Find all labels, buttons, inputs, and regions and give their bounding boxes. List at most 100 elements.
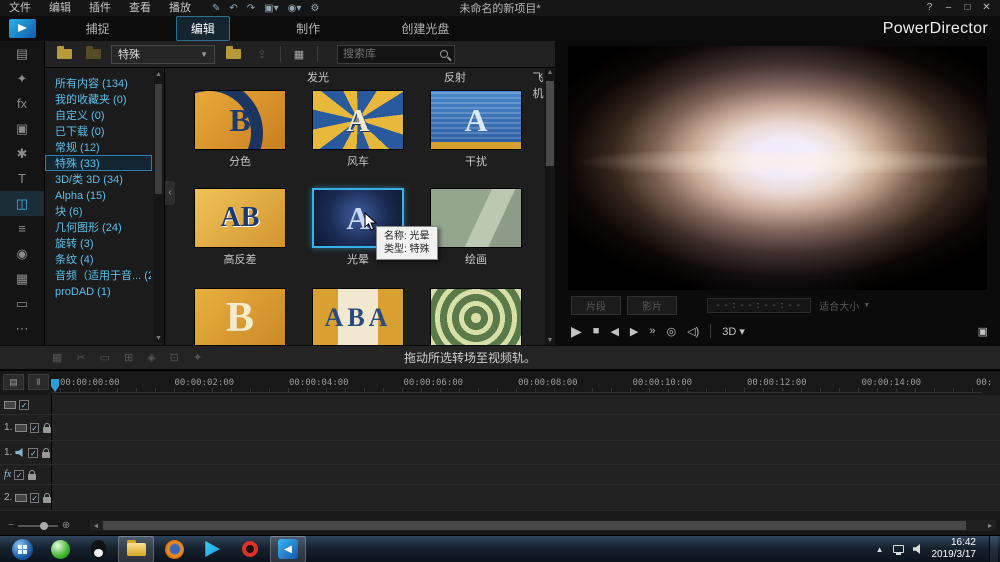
category-item-10[interactable]: 旋转 (3) [45,235,152,251]
clip-mode-button[interactable]: 片段 [571,296,621,315]
tab-produce[interactable]: 制作 [281,16,335,41]
zoom-slider[interactable] [18,525,58,527]
zoom-in-icon[interactable]: ⊕ [62,520,70,531]
effects-icon[interactable]: ✦ [193,351,202,364]
trim-icon[interactable]: ▭ [100,351,110,364]
grid-scrollbar[interactable]: ▲ ▼ [545,68,555,345]
track-lock-icon[interactable] [43,497,51,503]
timeline-lane-audio-track-1[interactable] [52,441,1000,464]
timeline-lane-track-select-row[interactable] [52,395,1000,414]
select-tool-icon[interactable]: ▦ [52,351,62,364]
split-icon[interactable]: ✂ [76,351,85,364]
zoom-out-icon[interactable]: − [8,520,14,531]
category-item-6[interactable]: 3D/类 3D (34) [45,171,152,187]
zoom-slider-knob[interactable] [40,522,48,530]
minimize-button[interactable]: – [939,0,958,16]
firefox-icon[interactable] [156,536,192,562]
maximize-button[interactable]: □ [958,0,977,16]
transition-thumb-风车[interactable]: A [312,90,404,150]
timeline-lane-video-track-1[interactable] [52,415,1000,440]
menu-edit[interactable]: 编辑 [40,0,80,16]
speaker-icon[interactable] [913,544,923,554]
category-item-3[interactable]: 已下载 (0) [45,123,152,139]
track-lock-icon[interactable] [43,427,51,433]
subtitle-room-icon[interactable]: ▭ [0,291,44,316]
scroll-right-icon[interactable]: ▸ [984,521,996,530]
qq-icon[interactable] [80,536,116,562]
fit-timeline-button[interactable]: ‖ [28,374,49,390]
hscrollbar-thumb[interactable] [103,521,966,530]
google-play-icon[interactable] [194,536,230,562]
snapshot-button[interactable]: ◎ [667,325,677,338]
grid-view-button[interactable]: ▦ [288,45,310,63]
browser-green-icon[interactable] [42,536,78,562]
settings-gear-icon[interactable]: ⚙ [310,3,319,14]
more-rooms-icon[interactable]: ⋯ [0,316,44,341]
tab-capture[interactable]: 捕捉 [71,16,125,41]
fast-forward-button[interactable]: » [649,325,655,337]
scroll-up-icon[interactable]: ▲ [154,71,163,78]
timeline-lane-video-track-2[interactable] [52,485,1000,510]
transition-thumb-绘画[interactable] [430,188,522,248]
screen-recorder-icon[interactable] [232,536,268,562]
powerdirector-icon[interactable]: ◀ [270,536,306,562]
track-manager-button[interactable]: ▤ [3,374,24,390]
tools-icon[interactable]: ⊞ [124,351,133,364]
search-input[interactable] [338,48,440,60]
previous-frame-button[interactable]: ◀ [610,325,618,338]
scrollbar-thumb[interactable] [546,81,554,166]
next-frame-button[interactable]: ▶ [630,325,638,338]
keyframe-icon[interactable]: ◈ [147,351,155,364]
fit-size-dropdown[interactable]: 适合大小 ▼ [819,298,870,313]
search-icon[interactable] [440,50,448,58]
tab-edit[interactable]: 编辑 [176,16,230,41]
category-item-1[interactable]: 我的收藏夹 (0) [45,91,152,107]
particle-room-icon[interactable]: ✱ [0,141,44,166]
menu-play[interactable]: 播放 [160,0,200,16]
voiceover-room-icon[interactable]: ◉ [0,241,44,266]
transition-thumb-r2c1[interactable]: ABA [312,288,404,345]
transition-thumb-r2c0[interactable]: B [194,288,286,345]
category-item-4[interactable]: 常规 (12) [45,139,152,155]
movie-mode-button[interactable]: 影片 [627,296,677,315]
tab-create-disc[interactable]: 创建光盘 [386,16,464,41]
menu-file[interactable]: 文件 [0,0,40,16]
scrollbar-thumb[interactable] [155,84,162,194]
record-menu-icon[interactable]: ◉▾ [288,3,302,14]
transition-thumb-干扰[interactable]: A [430,90,522,150]
collapse-categories-button[interactable]: ‹ [165,181,175,205]
network-icon[interactable] [893,545,904,553]
3d-mode-button[interactable]: 3D ▾ [722,325,745,338]
category-item-2[interactable]: 自定义 (0) [45,107,152,123]
capture-menu-icon[interactable]: ▣▾ [264,3,278,14]
audio-mixing-room-icon[interactable]: ≡ [0,216,44,241]
category-scrollbar[interactable]: ▲ ▼ [154,70,163,343]
capture-icon[interactable]: ⊡ [170,351,179,364]
category-item-11[interactable]: 条纹 (4) [45,251,152,267]
category-item-0[interactable]: 所有内容 (134) [45,75,152,91]
track-enable-checkbox[interactable]: ✓ [30,493,40,503]
taskbar-clock[interactable]: 16:42 2019/3/17 [932,537,981,561]
stop-button[interactable]: ■ [593,325,600,337]
help-button[interactable]: ? [920,0,939,16]
category-item-12[interactable]: 音频（适用于音... (2) [45,267,152,283]
category-item-5[interactable]: 特殊 (33) [45,155,152,171]
preview-video[interactable] [568,46,987,290]
fx-room-icon[interactable]: fx [0,91,44,116]
track-lock-icon[interactable] [42,452,50,458]
scroll-down-icon[interactable]: ▼ [545,337,555,344]
download-content-button[interactable] [82,45,104,63]
chapter-room-icon[interactable]: ▦ [0,266,44,291]
transition-thumb-分色[interactable]: B [194,90,286,150]
menu-plugins[interactable]: 插件 [80,0,120,16]
undo-icon[interactable]: ↶ [229,3,237,14]
pip-objects-room-icon[interactable]: ▣ [0,116,44,141]
scroll-left-icon[interactable]: ◂ [90,521,102,530]
volume-button[interactable]: ◁) [687,325,699,338]
track-enable-checkbox[interactable]: ✓ [19,400,29,410]
close-button[interactable]: ✕ [977,0,996,16]
category-filter-dropdown[interactable]: 特殊 ▼ [111,45,215,64]
category-item-13[interactable]: proDAD (1) [45,283,152,299]
redo-icon[interactable]: ↷ [247,3,255,14]
file-explorer-icon[interactable] [118,536,154,562]
